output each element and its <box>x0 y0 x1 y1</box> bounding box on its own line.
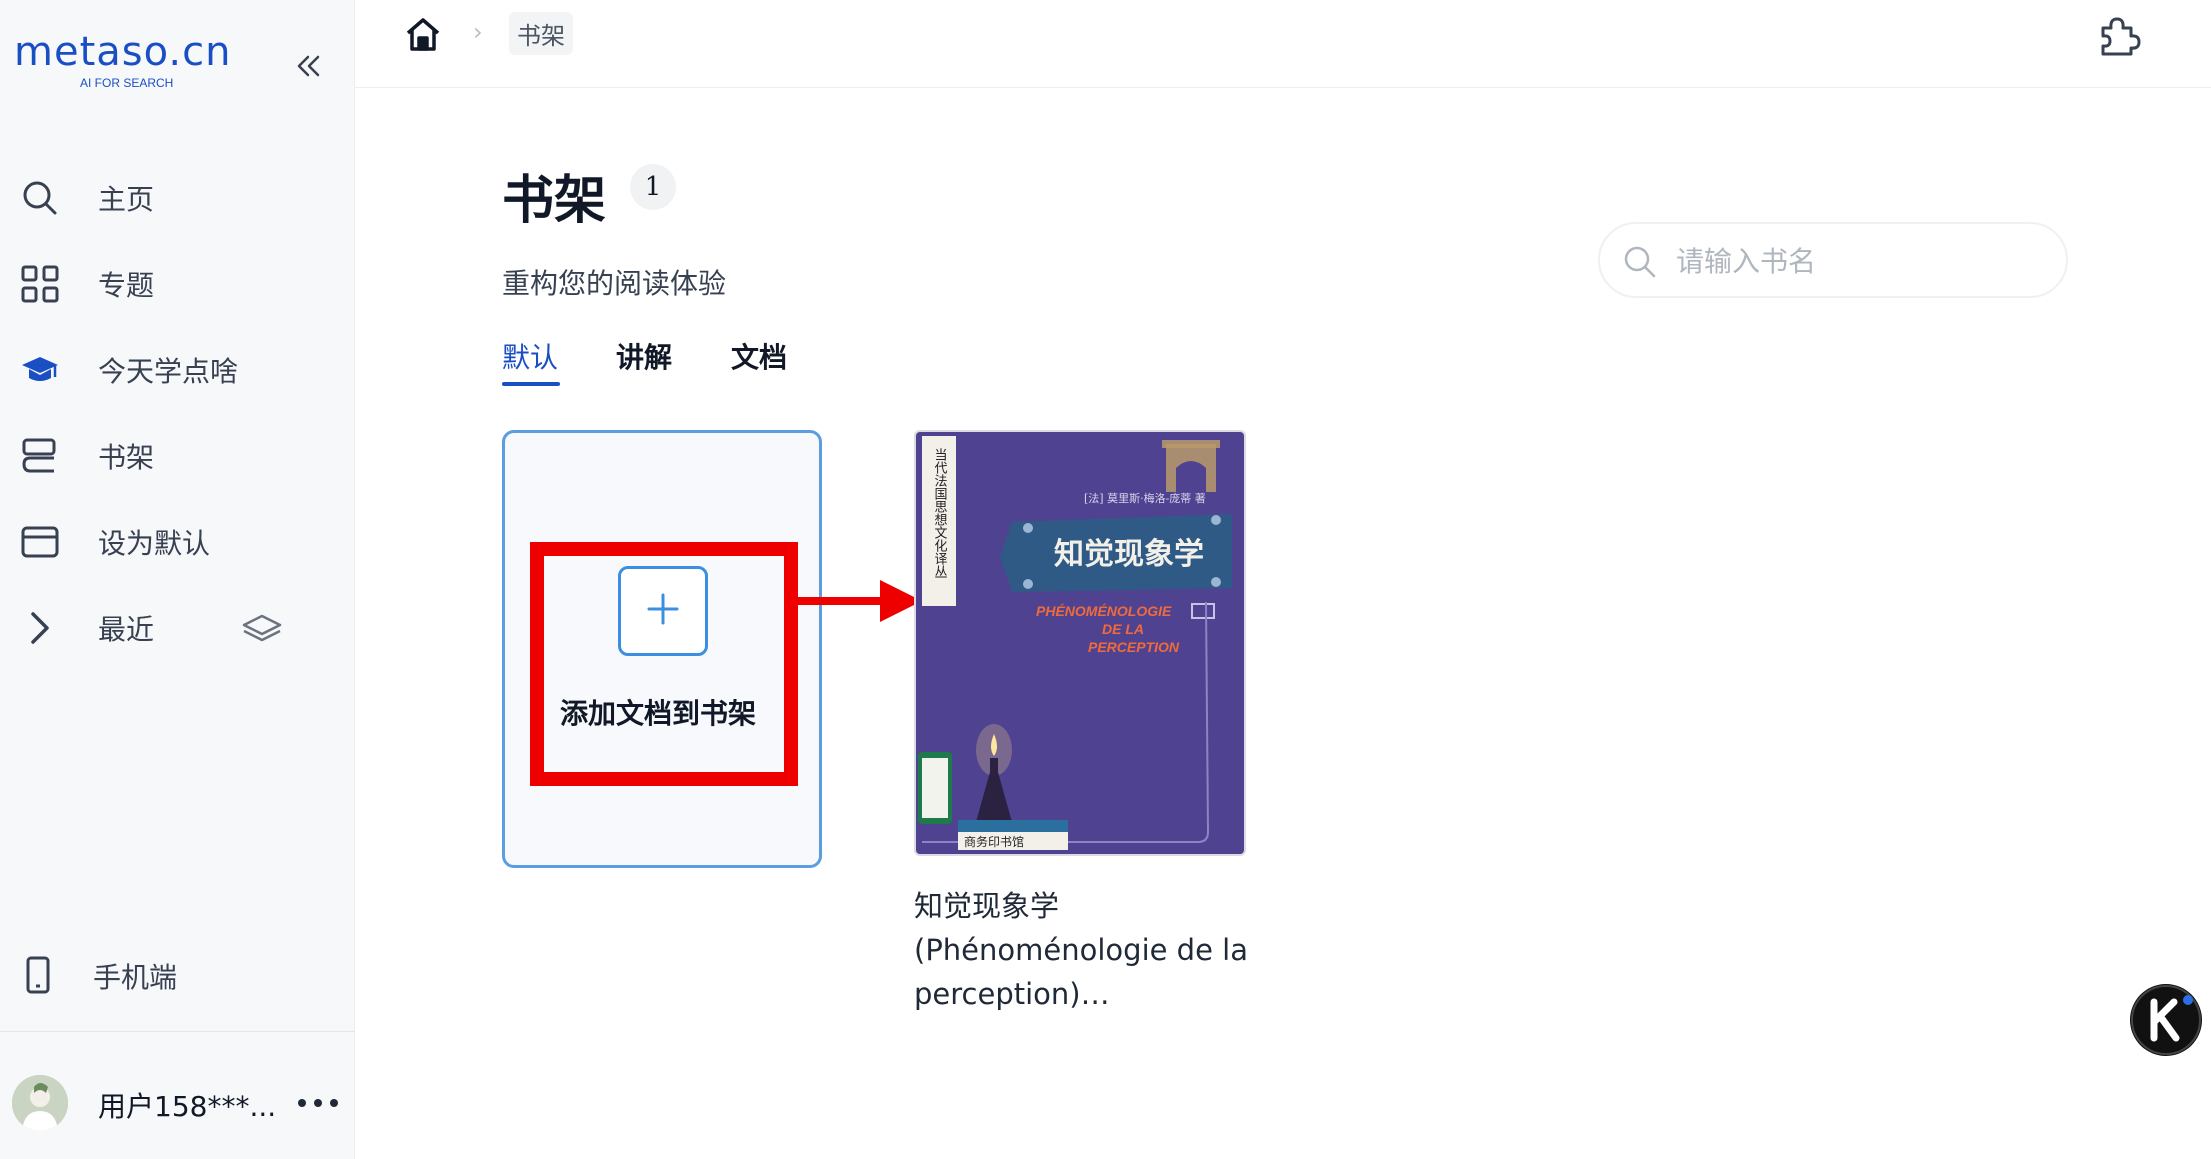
annotation-arrow-icon <box>798 580 924 624</box>
page-title: 书架 <box>502 171 607 231</box>
active-tab-underline <box>502 382 560 386</box>
sidebar-item-mobile[interactable]: 手机端 <box>0 950 355 1000</box>
phone-icon <box>18 955 58 995</box>
collapse-sidebar-icon[interactable] <box>290 48 326 84</box>
tab-documents[interactable]: 文档 <box>731 336 787 376</box>
top-bar: › 书架 <box>355 0 2211 88</box>
logo[interactable]: metaso.cn AI FOR SEARCH <box>14 29 232 90</box>
tab-default[interactable]: 默认 <box>502 336 558 376</box>
sidebar-nav: 主页 专题 今天学点啥 书架 设为默认 最近 <box>0 155 355 671</box>
window-icon <box>20 522 60 562</box>
add-document-button[interactable] <box>618 566 708 656</box>
sidebar-divider <box>0 1031 355 1032</box>
avatar[interactable] <box>12 1075 68 1131</box>
book-search-input[interactable] <box>1676 238 2036 284</box>
sidebar-item-bookshelf[interactable]: 书架 <box>0 413 355 499</box>
layers-icon[interactable] <box>240 608 284 648</box>
logo-text: metaso.cn <box>14 29 232 75</box>
cover-title-fr-3: PERCEPTION <box>1088 639 1180 655</box>
mobile-label: 手机端 <box>93 961 178 994</box>
home-icon[interactable] <box>403 14 443 54</box>
tab-explanation[interactable]: 讲解 <box>616 336 672 376</box>
cover-author: [法] 莫里斯·梅洛-庞蒂 著 <box>1084 491 1206 505</box>
plugin-icon[interactable] <box>2095 12 2141 58</box>
grid-icon <box>20 264 60 304</box>
sidebar-item-topics[interactable]: 专题 <box>0 241 355 327</box>
logo-tagline: AI FOR SEARCH <box>80 76 174 90</box>
cover-title-fr-1: PHÉNOMÉNOLOGIE <box>1036 603 1172 619</box>
plus-icon <box>643 589 683 633</box>
sidebar-item-label: 专题 <box>98 269 155 302</box>
sidebar-item-recent[interactable]: 最近 <box>0 585 355 671</box>
breadcrumb-separator-icon: › <box>473 18 483 46</box>
cover-title-cn: 知觉现象学 <box>1054 537 1204 572</box>
cover-publisher: 商务印书馆 <box>964 834 1024 849</box>
search-icon <box>1622 244 1658 280</box>
sidebar-item-label: 主页 <box>98 183 155 216</box>
book-search[interactable] <box>1598 222 2068 298</box>
sidebar-item-set-default[interactable]: 设为默认 <box>0 499 355 585</box>
cover-series: 当代法国思想文化译丛 <box>932 448 948 578</box>
sidebar-item-label: 今天学点啥 <box>98 355 239 388</box>
assistant-k-icon[interactable] <box>2130 984 2202 1056</box>
bookshelf-icon <box>20 436 60 476</box>
search-icon <box>20 178 60 218</box>
breadcrumb-current[interactable]: 书架 <box>509 12 573 55</box>
page-subtitle: 重构您的阅读体验 <box>502 267 727 300</box>
book-cover[interactable]: 当代法国思想文化译丛 [法] 莫里斯·梅洛-庞蒂 著 知觉现象学 PHÉNOMÉ… <box>914 430 1246 856</box>
sidebar: metaso.cn AI FOR SEARCH 主页 专题 今天学点啥 书架 设… <box>0 0 355 1159</box>
sidebar-item-label: 最近 <box>98 613 155 646</box>
graduation-cap-icon <box>20 350 60 390</box>
sidebar-item-home[interactable]: 主页 <box>0 155 355 241</box>
user-name: 用户158***... <box>98 1090 277 1123</box>
more-options-icon[interactable] <box>298 1085 338 1121</box>
sidebar-item-learn-today[interactable]: 今天学点啥 <box>0 327 355 413</box>
cover-title-fr-2: DE LA <box>1102 621 1144 637</box>
sidebar-item-label: 设为默认 <box>98 527 211 560</box>
book-count-badge: 1 <box>630 164 676 210</box>
sidebar-item-label: 书架 <box>98 441 155 474</box>
add-document-label: 添加文档到书架 <box>560 697 757 730</box>
book-title[interactable]: 知觉现象学 (Phénoménologie de la perception)… <box>914 884 1254 1016</box>
chevron-right-icon <box>20 608 60 648</box>
user-profile[interactable]: 用户158***... <box>0 1075 355 1135</box>
